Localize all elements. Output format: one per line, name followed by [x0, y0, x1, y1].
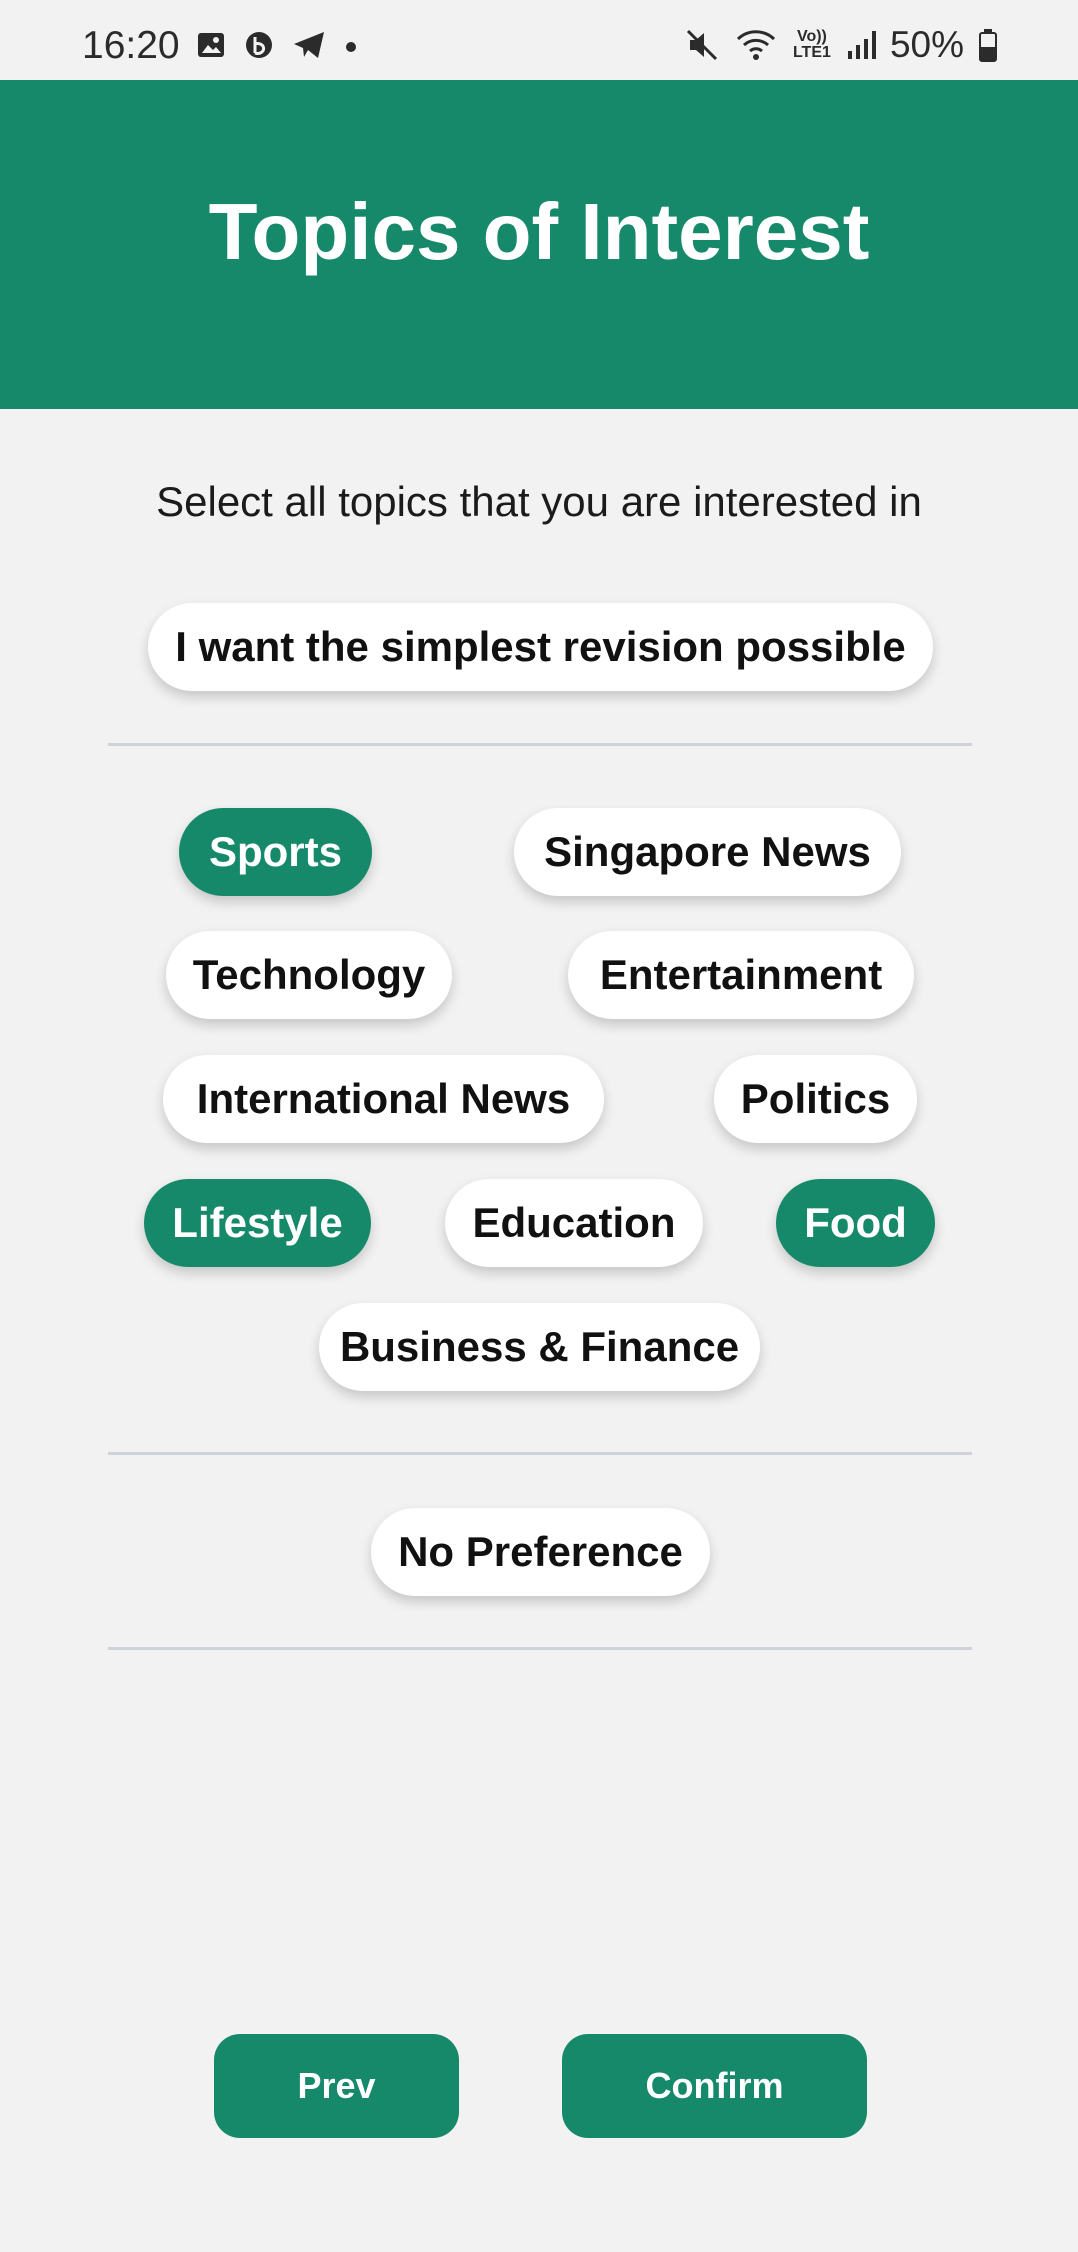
button-label: Prev: [297, 2065, 376, 2106]
b-app-icon: [246, 32, 272, 58]
status-bar: 16:20 Vo)) LTE1 50%: [0, 0, 1078, 80]
divider: [108, 743, 972, 746]
page-title: Topics of Interest: [208, 187, 870, 276]
topic-chip-business-finance[interactable]: Business & Finance: [319, 1303, 760, 1391]
button-label: Confirm: [645, 2065, 784, 2106]
topic-chip-international-news[interactable]: International News: [163, 1055, 604, 1143]
topic-chip-singapore-news[interactable]: Singapore News: [514, 808, 901, 896]
chip-label: Food: [804, 1199, 907, 1246]
prev-button[interactable]: Prev: [214, 2034, 459, 2138]
topic-chip-technology[interactable]: Technology: [166, 931, 452, 1019]
topic-chip-education[interactable]: Education: [445, 1179, 703, 1267]
confirm-button[interactable]: Confirm: [562, 2034, 867, 2138]
divider: [108, 1647, 972, 1650]
volte-icon: Vo)) LTE1: [792, 28, 831, 61]
topic-chip-lifestyle[interactable]: Lifestyle: [144, 1179, 371, 1267]
no-preference-chip[interactable]: No Preference: [371, 1508, 710, 1596]
chip-label: Sports: [208, 828, 342, 875]
status-time: 16:20: [82, 24, 180, 67]
topic-chip-entertainment[interactable]: Entertainment: [568, 931, 914, 1019]
chip-label: Technology: [192, 951, 426, 998]
simplest-revision-chip[interactable]: I want the simplest revision possible: [148, 603, 933, 691]
image-icon: [198, 33, 224, 57]
telegram-icon: [294, 32, 324, 58]
chip-label: I want the simplest revision possible: [175, 623, 906, 670]
chip-label: Singapore News: [544, 828, 871, 875]
topic-chip-politics[interactable]: Politics: [714, 1055, 917, 1143]
chip-label: Business & Finance: [339, 1323, 740, 1370]
instruction-text: Select all topics that you are intereste…: [156, 478, 922, 525]
chip-label: Politics: [740, 1075, 891, 1122]
signal-icon: [847, 31, 876, 59]
chip-label: International News: [196, 1075, 571, 1122]
chip-label: Entertainment: [599, 951, 883, 998]
system-icons: Vo)) LTE1 50%: [684, 24, 998, 66]
header-banner: Topics of Interest: [0, 80, 1078, 409]
wifi-icon: [736, 30, 775, 60]
chip-label: No Preference: [398, 1528, 683, 1575]
topic-chip-food[interactable]: Food: [776, 1179, 935, 1267]
chip-label: Lifestyle: [172, 1199, 343, 1246]
topic-chip-sports[interactable]: Sports: [179, 808, 372, 896]
battery-percent: 50%: [889, 24, 964, 65]
notification-icons: [196, 30, 358, 60]
dot-icon: [346, 42, 356, 52]
divider: [108, 1452, 972, 1455]
mute-icon: [686, 29, 717, 61]
chip-label: Education: [472, 1199, 676, 1246]
battery-icon: [979, 29, 997, 62]
